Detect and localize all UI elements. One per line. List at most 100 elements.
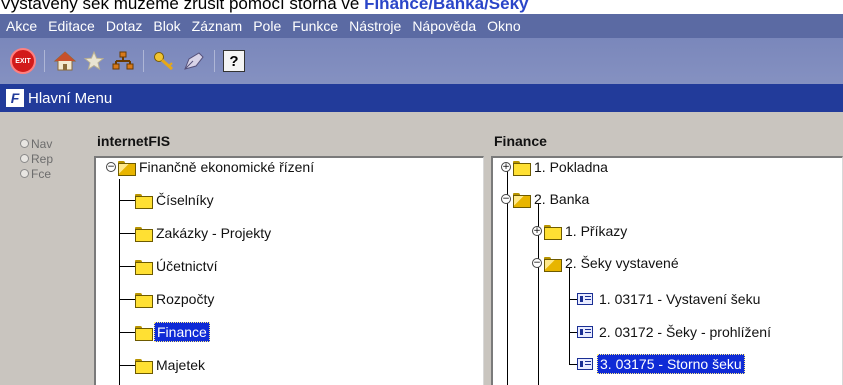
expand-icon[interactable]: + [532,226,542,236]
tree-node-label: Účetnictví [156,258,218,274]
left-panel-title: internetFIS [97,133,171,149]
toolbar-separator [143,50,144,72]
tree-line [119,299,135,300]
tree-node-ciselniky[interactable]: Číselníky [135,189,216,211]
tree-line [569,332,577,333]
menu-pole[interactable]: Pole [253,18,281,34]
folder-icon [135,358,153,374]
collapse-icon[interactable]: − [106,162,116,172]
instruction-caption: Vystavený šek můžeme zrušit pomocí storn… [0,0,843,14]
menu-bar: Akce Editace Dotaz Blok Záznam Pole Funk… [0,14,843,38]
help-icon: ? [223,50,245,72]
radio-label: Fce [31,166,52,181]
home-icon [53,51,77,71]
tree-node-label: Finančně ekonomické řízení [139,159,315,175]
favorites-button[interactable] [83,46,105,76]
radio-circle-icon [20,154,29,163]
folder-icon [135,193,153,209]
menu-funkce[interactable]: Funkce [292,18,338,34]
open-folder-icon [544,256,562,272]
menu-akce[interactable]: Akce [6,18,37,34]
menu-okno[interactable]: Okno [487,18,520,34]
tree-node-form-03175[interactable]: 3. 03175 - Storno šeku [577,353,745,375]
home-button[interactable] [53,46,77,76]
collapse-icon[interactable]: − [501,194,511,204]
folder-icon [135,226,153,242]
tree-line [119,233,135,234]
pen-tool-button[interactable] [182,46,206,76]
tree-line [119,179,120,385]
form-icon [577,326,593,338]
tree-node-seky-vystavene[interactable]: − 2. Šeky vystavené [532,252,681,274]
toolbar-separator [214,50,215,72]
radio-circle-icon [20,169,29,178]
tree-node-ucetnictvi[interactable]: Účetnictví [135,255,219,277]
tree-node-label: Zakázky - Projekty [156,225,272,241]
folder-icon [135,292,153,308]
tree-node-finance[interactable]: Finance [135,321,210,343]
exit-icon: EXIT [10,48,36,74]
main-menu-window: F Hlavní Menu Nav Rep Fce internetFIS Fi… [0,84,843,385]
key-button[interactable] [152,46,176,76]
tree-node-majetek[interactable]: Majetek [135,354,207,376]
toolbar: EXIT ? [0,38,843,84]
tree-node-label: 2. 03172 - Šeky - prohlížení [599,324,771,340]
tree-line [569,364,577,365]
tree-node-zakazky[interactable]: Zakázky - Projekty [135,222,273,244]
window-titlebar: F Hlavní Menu [0,84,843,112]
form-icon [577,293,593,305]
menu-dotaz[interactable]: Dotaz [106,18,143,34]
tree-node-label: 1. Pokladna [534,159,608,175]
radio-nav[interactable]: Nav [20,136,53,151]
tree-node-label: Majetek [156,357,206,373]
tree-node-label: 1. 03171 - Vystavení šeku [599,291,761,307]
folder-icon [135,259,153,275]
help-button[interactable]: ? [223,46,245,76]
caption-path: Finance/Banka/Šeky [364,0,529,13]
tree-node-label-selected: Finance [154,322,210,342]
tree-node-root[interactable]: − Finančně ekonomické řízení [106,158,316,178]
key-icon [154,52,174,71]
tree-node-form-03171[interactable]: 1. 03171 - Vystavení šeku [577,288,762,310]
right-tree: + 1. Pokladna − 2. Banka + 1. Příkazy − … [491,156,843,385]
tools-button[interactable] [111,46,135,76]
view-mode-radios: Nav Rep Fce [20,136,53,181]
tree-node-form-03172[interactable]: 2. 03172 - Šeky - prohlížení [577,321,773,343]
tree-node-label: Číselníky [156,192,214,208]
radio-circle-icon [20,139,29,148]
form-icon [577,358,593,370]
menu-nastroje[interactable]: Nástroje [349,18,401,34]
structure-icon [112,51,134,70]
radio-rep[interactable]: Rep [20,151,53,166]
tree-node-label: 2. Šeky vystavené [565,255,679,271]
tree-line [119,200,135,201]
tree-node-label: 2. Banka [534,191,590,207]
window-title: Hlavní Menu [28,89,113,107]
toolbar-separator [44,50,45,72]
collapse-icon[interactable]: − [532,258,542,268]
radio-label: Rep [31,151,54,166]
app-logo-icon: F [6,89,24,107]
left-tree: − Finančně ekonomické řízení Číselníky Z… [94,156,484,385]
tree-line [119,365,135,366]
exit-button[interactable]: EXIT [10,46,36,76]
tree-line [119,266,135,267]
menu-blok[interactable]: Blok [153,18,180,34]
radio-fce[interactable]: Fce [20,166,53,181]
tree-node-rozpocty[interactable]: Rozpočty [135,288,216,310]
folder-icon [513,160,531,176]
open-folder-icon [513,192,531,208]
expand-icon[interactable]: + [501,162,511,172]
tree-node-label-selected: 3. 03175 - Storno šeku [597,354,745,374]
menu-zaznam[interactable]: Záznam [192,18,243,34]
tree-node-label: 1. Příkazy [565,223,628,239]
tree-node-prikazy[interactable]: + 1. Příkazy [532,220,629,242]
tree-node-pokladna[interactable]: + 1. Pokladna [501,158,610,178]
menu-editace[interactable]: Editace [48,18,95,34]
right-panel-title: Finance [494,133,547,149]
menu-napoveda[interactable]: Nápověda [412,18,476,34]
folder-icon [544,224,562,240]
tree-line [569,267,570,364]
tree-line [119,332,135,333]
tree-node-banka[interactable]: − 2. Banka [501,188,591,210]
